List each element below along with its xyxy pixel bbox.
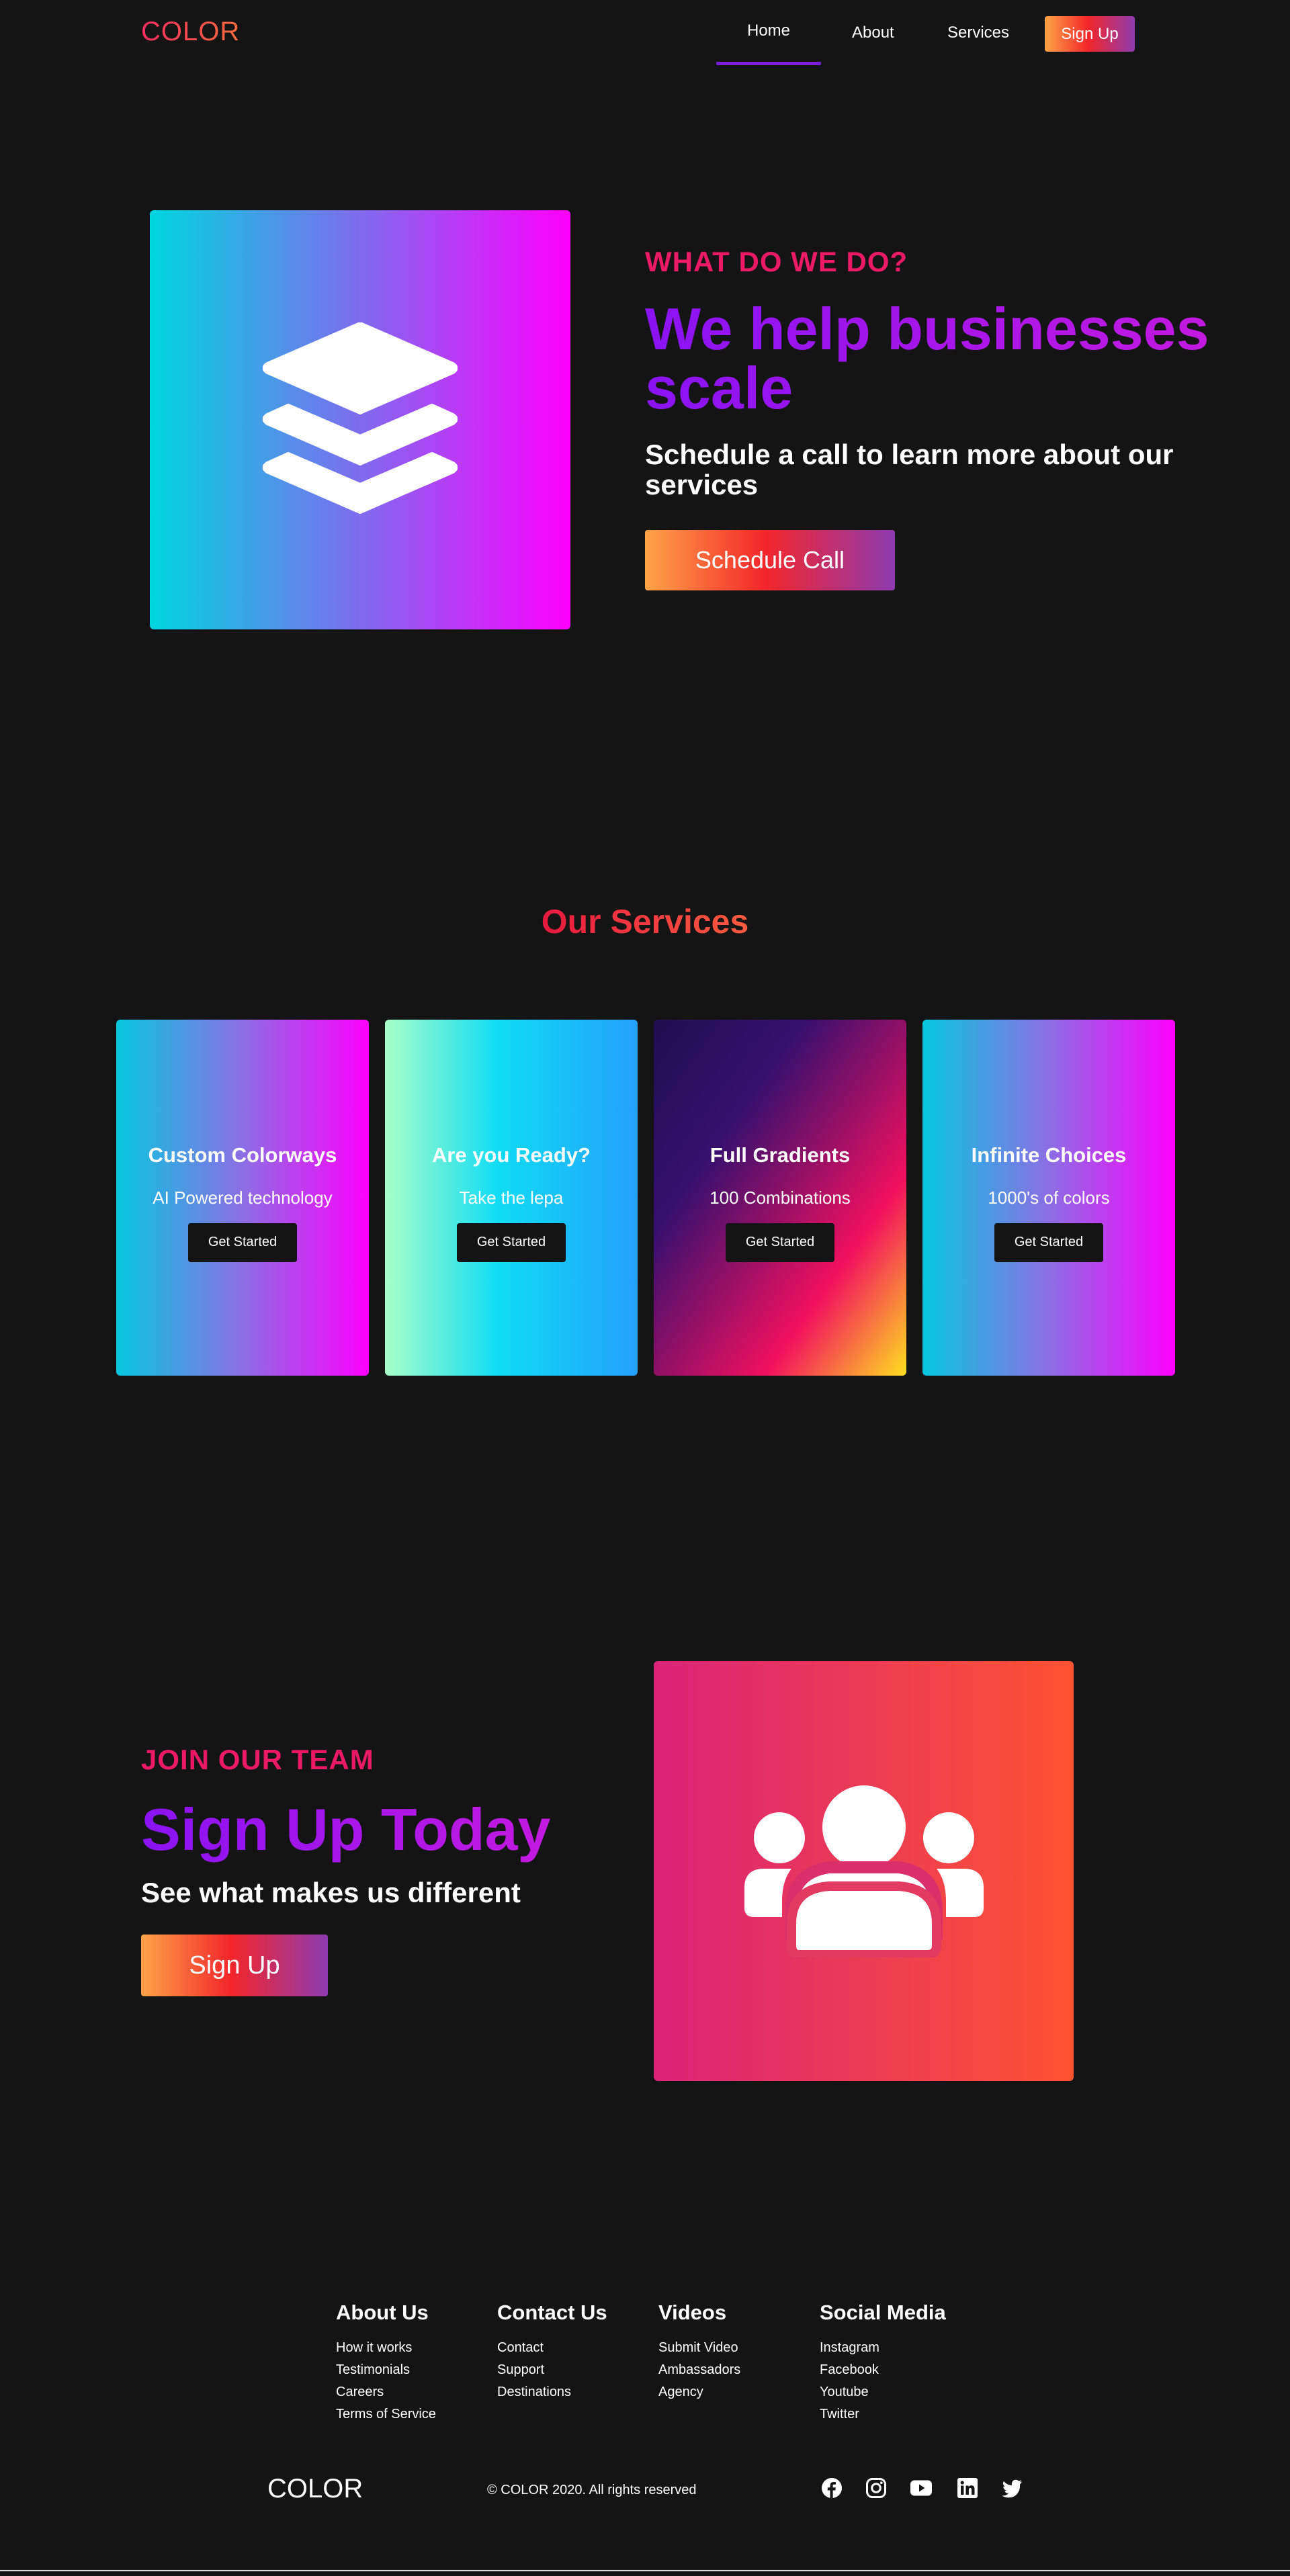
service-card-title: Full Gradients bbox=[710, 1143, 851, 1167]
get-started-button[interactable]: Get Started bbox=[456, 1223, 566, 1262]
youtube-icon[interactable] bbox=[910, 2477, 932, 2499]
footer-link[interactable]: Careers bbox=[336, 2381, 436, 2403]
footer-column-social: Social Media Instagram Facebook Youtube … bbox=[820, 2301, 946, 2426]
footer-heading: Contact Us bbox=[497, 2301, 607, 2324]
footer-divider bbox=[0, 2570, 1290, 2571]
hero-subtitle: Schedule a call to learn more about our … bbox=[645, 439, 1174, 500]
get-started-button[interactable]: Get Started bbox=[725, 1223, 834, 1262]
service-card-body: Full Gradients 100 Combinations Get Star… bbox=[710, 1143, 851, 1262]
join-signup-button[interactable]: Sign Up bbox=[141, 1935, 328, 1996]
users-icon bbox=[744, 1785, 984, 1957]
footer-link[interactable]: Contact bbox=[497, 2337, 607, 2359]
footer-link[interactable]: Terms of Service bbox=[336, 2403, 436, 2426]
footer-link[interactable]: Instagram bbox=[820, 2337, 946, 2359]
footer-link[interactable]: Facebook bbox=[820, 2359, 946, 2381]
footer-heading: About Us bbox=[336, 2301, 429, 2324]
service-card: Are you Ready? Take the lepa Get Started bbox=[385, 1020, 638, 1376]
get-started-button[interactable]: Get Started bbox=[994, 1223, 1103, 1262]
footer-logo[interactable]: COLOR bbox=[267, 2474, 363, 2504]
service-card-text: AI Powered technology bbox=[153, 1187, 333, 1208]
logo[interactable]: COLOR bbox=[141, 17, 240, 47]
service-card-text: 100 Combinations bbox=[710, 1187, 851, 1208]
nav-link-about[interactable]: About bbox=[852, 24, 894, 42]
service-card-body: Custom Colorways AI Powered technology G… bbox=[148, 1143, 337, 1262]
service-card-text: 1000's of colors bbox=[988, 1187, 1110, 1208]
schedule-call-button[interactable]: Schedule Call bbox=[645, 530, 895, 590]
facebook-icon[interactable] bbox=[821, 2477, 843, 2499]
get-started-button[interactable]: Get Started bbox=[188, 1223, 297, 1262]
hero-image bbox=[150, 210, 570, 629]
twitter-icon[interactable] bbox=[1001, 2477, 1023, 2499]
footer-column-about: About Us How it works Testimonials Caree… bbox=[336, 2301, 436, 2426]
footer-heading: Videos bbox=[658, 2301, 727, 2324]
join-subtitle: See what makes us different bbox=[141, 1877, 521, 1908]
footer-link[interactable]: Destinations bbox=[497, 2381, 607, 2403]
footer-copyright: © COLOR 2020. All rights reserved bbox=[487, 2483, 697, 2497]
footer-link[interactable]: Submit Video bbox=[658, 2337, 740, 2359]
nav-active-indicator bbox=[716, 62, 821, 65]
footer-link[interactable]: How it works bbox=[336, 2337, 436, 2359]
nav-link-home[interactable]: Home bbox=[747, 21, 790, 40]
layers-icon bbox=[263, 322, 458, 514]
footer-link[interactable]: Ambassadors bbox=[658, 2359, 740, 2381]
footer-heading: Social Media bbox=[820, 2301, 946, 2324]
service-card-title: Are you Ready? bbox=[431, 1143, 591, 1167]
service-card: Custom Colorways AI Powered technology G… bbox=[116, 1020, 369, 1376]
service-card-text: Take the lepa bbox=[459, 1187, 564, 1208]
services-heading-text: Our Services bbox=[541, 903, 749, 940]
join-eyebrow: JOIN OUR TEAM bbox=[141, 1744, 374, 1775]
nav-signup-button[interactable]: Sign Up bbox=[1045, 16, 1135, 52]
footer-column-videos: Videos Submit Video Ambassadors Agency bbox=[658, 2301, 740, 2403]
join-title: Sign Up Today bbox=[141, 1796, 551, 1863]
hero-eyebrow: WHAT DO WE DO? bbox=[645, 246, 908, 277]
service-card-body: Are you Ready? Take the lepa Get Started bbox=[432, 1143, 591, 1262]
service-card-body: Infinite Choices 1000's of colors Get St… bbox=[971, 1143, 1127, 1262]
service-card-title: Infinite Choices bbox=[971, 1143, 1127, 1167]
hero-title: We help businesses scale bbox=[645, 300, 1223, 418]
linkedin-icon[interactable] bbox=[957, 2477, 978, 2499]
footer-column-contact: Contact Us Contact Support Destinations bbox=[497, 2301, 607, 2403]
service-card: Infinite Choices 1000's of colors Get St… bbox=[922, 1020, 1175, 1376]
footer-link[interactable]: Agency bbox=[658, 2381, 740, 2403]
join-image bbox=[654, 1661, 1074, 2081]
services-heading: Our Services bbox=[0, 902, 1290, 941]
footer-link[interactable]: Support bbox=[497, 2359, 607, 2381]
instagram-icon[interactable] bbox=[865, 2477, 887, 2499]
footer-link[interactable]: Testimonials bbox=[336, 2359, 436, 2381]
footer-link[interactable]: Youtube bbox=[820, 2381, 946, 2403]
nav-link-services[interactable]: Services bbox=[947, 24, 1009, 42]
service-card: Full Gradients 100 Combinations Get Star… bbox=[654, 1020, 906, 1376]
service-card-title: Custom Colorways bbox=[148, 1143, 337, 1167]
footer-link[interactable]: Twitter bbox=[820, 2403, 946, 2426]
navbar: COLOR Home About Services Sign Up bbox=[0, 0, 1290, 67]
